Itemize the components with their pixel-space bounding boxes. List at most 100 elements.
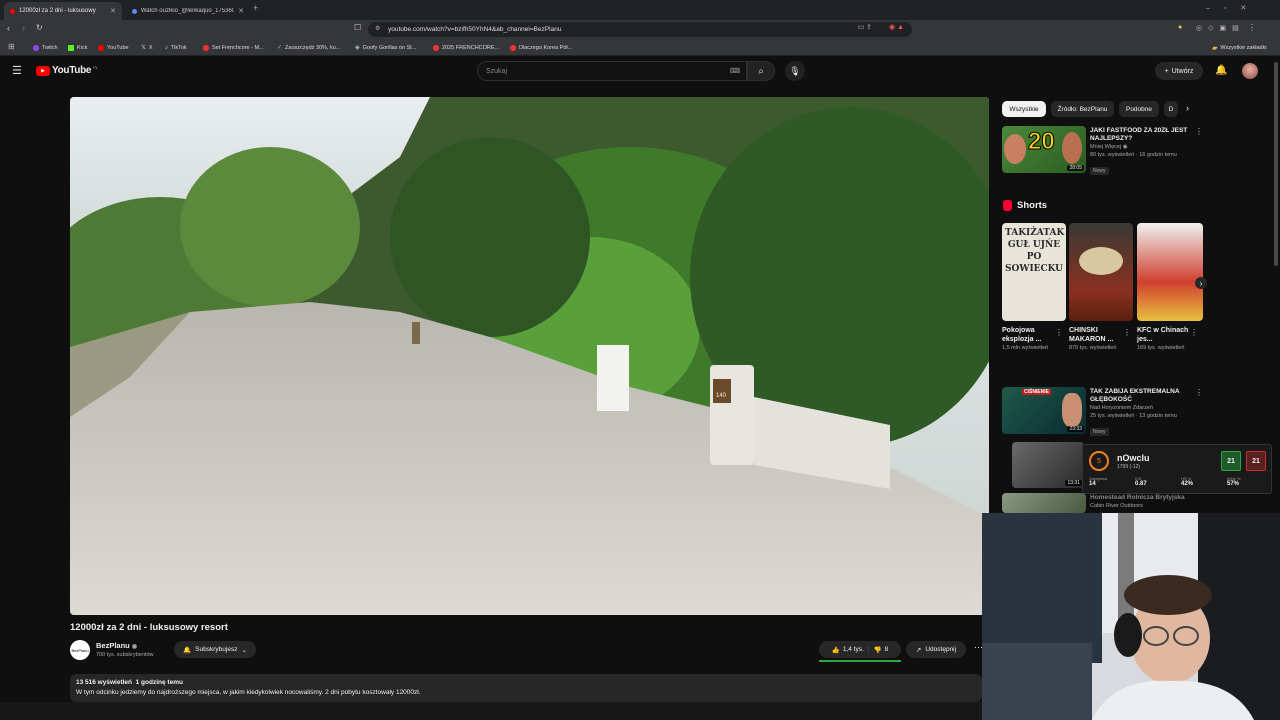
chip-related[interactable]: Podobne bbox=[1119, 101, 1159, 117]
tab-title: 12000zł za 2 dni - luksusowy bbox=[19, 8, 96, 14]
menu-dots-icon[interactable]: ⋮ bbox=[1248, 23, 1256, 32]
villa-sign-number: 140 bbox=[716, 393, 727, 399]
bookmark-twitch[interactable]: Twitch bbox=[33, 41, 58, 54]
webcam-frame bbox=[982, 513, 1280, 720]
subscribed-button[interactable]: 🔔 Subskrybujesz ⌄ bbox=[174, 641, 256, 658]
youtube-logo[interactable]: ▶ YouTube PL bbox=[36, 65, 98, 76]
toolbar-icons[interactable]: ◎◇▣▤ bbox=[1196, 24, 1245, 32]
close-tab-icon[interactable]: ✕ bbox=[238, 7, 244, 15]
back-icon[interactable]: ‹ bbox=[7, 23, 10, 33]
video-thumbnail[interactable] bbox=[1002, 493, 1086, 513]
bookmark-youtube[interactable]: YouTube bbox=[98, 41, 129, 54]
channel-name[interactable]: BezPlanu ◉ bbox=[96, 641, 137, 650]
video-thumbnail[interactable]: 13:31 bbox=[1012, 442, 1084, 488]
short-thumbnail[interactable]: TAKIŻATAK GUŁ UJŃE PO SOWIECKU bbox=[1002, 223, 1066, 321]
kick-icon bbox=[68, 44, 74, 51]
reload-icon[interactable]: ↻ bbox=[36, 23, 43, 32]
bookmark-star-icon[interactable]: ☐ bbox=[354, 23, 361, 32]
like-ratio-bar bbox=[819, 660, 901, 662]
create-button[interactable]: + Utwórz bbox=[1155, 62, 1203, 80]
hamburger-menu-icon[interactable]: ☰ bbox=[12, 64, 22, 77]
chip-all[interactable]: Wszystkie bbox=[1002, 101, 1046, 117]
address-bar[interactable]: ⚙ youtube.com/watch?v=bzifh50YhN4&ab_cha… bbox=[368, 22, 912, 37]
verified-icon: ◉ bbox=[1122, 144, 1128, 150]
youtube-icon bbox=[203, 44, 209, 51]
extension-badge-icon[interactable]: ◉ ▲ bbox=[889, 23, 904, 31]
divider: | bbox=[867, 646, 870, 653]
bookmark-goofy-gorillas[interactable]: ◆ Goofy Gorillas on St... bbox=[355, 41, 416, 54]
short-info[interactable]: CHINSKI MAKARON ... 870 tys. wyświetleń bbox=[1069, 326, 1121, 352]
close-tab-icon[interactable]: ✕ bbox=[110, 7, 116, 15]
site-info-icon[interactable]: ⚙ bbox=[375, 25, 380, 32]
dislike-button[interactable]: 👎 8 bbox=[874, 646, 889, 654]
search-button[interactable]: ⌕ bbox=[747, 61, 775, 81]
apps-grid-icon[interactable]: ⊞ bbox=[8, 42, 15, 51]
player-rating: 1799 (-12) bbox=[1117, 464, 1141, 470]
food-bowl bbox=[1079, 247, 1123, 275]
chips-next-icon[interactable]: › bbox=[1186, 103, 1189, 113]
level-badge: 5 bbox=[1089, 451, 1109, 471]
short-thumbnail[interactable] bbox=[1069, 223, 1133, 321]
share-button[interactable]: ↗ Udostępnij bbox=[906, 641, 966, 658]
shorts-logo-icon bbox=[1003, 200, 1012, 211]
share-page-icon[interactable]: ▭ ⇪ bbox=[858, 23, 872, 31]
more-options-icon[interactable]: ⋮ bbox=[1195, 388, 1203, 397]
description-box[interactable]: 13 516 wyświetleń 1 godzinę temu W tym o… bbox=[70, 674, 982, 702]
shorts-next-icon[interactable]: › bbox=[1195, 277, 1207, 289]
description-text: W tym odcinku jedziemy do najdroższego m… bbox=[76, 689, 421, 696]
chip-more[interactable]: D bbox=[1164, 101, 1178, 117]
more-options-icon[interactable]: ⋮ bbox=[1123, 328, 1131, 337]
streamer-webcam bbox=[982, 513, 1280, 720]
more-options-icon[interactable]: ⋮ bbox=[1190, 328, 1198, 337]
win-score-badge: 21 bbox=[1221, 451, 1241, 471]
video-player[interactable]: 140 BezPlanu bbox=[70, 97, 989, 615]
account-avatar[interactable] bbox=[1242, 63, 1258, 79]
bookmark-tiktok[interactable]: ♪ TikTok bbox=[165, 41, 187, 54]
short-info[interactable]: Pokojowa eksplozja ... 1,5 mln wyświetle… bbox=[1002, 326, 1054, 352]
chip-from-channel[interactable]: Źródło: BezPlanu bbox=[1051, 101, 1114, 117]
bookmark-x[interactable]: 𝕏X bbox=[141, 41, 153, 54]
shorts-header: Shorts bbox=[1003, 200, 1047, 211]
video-thumbnail[interactable]: CIŚNIENIE 23:33 bbox=[1002, 387, 1086, 434]
window-controls[interactable]: –▫✕ bbox=[1206, 4, 1260, 12]
video-info[interactable]: TAK ZABIJA EKSTREMALNA GŁĘBOKOŚĆ Nad Hor… bbox=[1090, 388, 1194, 438]
site-favicon-icon bbox=[132, 8, 137, 14]
video-thumbnail[interactable]: 20 28:05 bbox=[1002, 126, 1086, 173]
bookmark-set-frenchcore[interactable]: Set Frenchcore - M... bbox=[203, 41, 264, 54]
browser-tab-active[interactable]: 12000zł za 2 dni - luksusowy ✕ bbox=[4, 2, 122, 20]
like-button[interactable]: 👍 1,4 tys. bbox=[832, 646, 864, 654]
voice-search-button[interactable]: 🎙 bbox=[785, 61, 805, 81]
subscriber-count: 700 tys. subskrybentów bbox=[96, 652, 154, 658]
browser-tab[interactable]: Watch ouzlkio_@lenkaquo_17536035 ✕ bbox=[126, 2, 250, 20]
bookmark-kick[interactable]: Kick bbox=[68, 41, 87, 54]
keyboard-icon[interactable]: ⌨ bbox=[730, 67, 740, 75]
video-info[interactable]: JAKI FASTFOOD ZA 20ZŁ JEST NAJLEPSZY? Mn… bbox=[1090, 127, 1194, 177]
new-tab-icon[interactable]: + bbox=[253, 3, 258, 13]
bookmark-dlaczego-korea[interactable]: Dlaczego Korea Pół... bbox=[510, 41, 572, 54]
forward-icon[interactable]: › bbox=[22, 23, 25, 33]
more-options-icon[interactable]: ⋮ bbox=[1195, 127, 1203, 136]
twitch-icon bbox=[33, 44, 39, 51]
person-face bbox=[1004, 134, 1026, 164]
video-info[interactable]: Homestead Rolnicza Brytyjska Cabin River… bbox=[1090, 494, 1194, 513]
short-thumbnail[interactable] bbox=[1137, 223, 1203, 321]
person-face bbox=[1062, 393, 1082, 427]
tiktok-icon: ♪ bbox=[165, 44, 168, 51]
channel-avatar[interactable]: BezPlanu bbox=[70, 640, 90, 660]
stream-stats-overlay: 5 nOwclu 1799 (-12) 21 21 Zabójstwa 14 K/… bbox=[1082, 444, 1272, 494]
share-icon: ↗ bbox=[915, 646, 922, 654]
bookmark-frenchcore-2025[interactable]: 2025 FRENCHCORE... bbox=[433, 41, 499, 54]
more-options-icon[interactable]: ⋮ bbox=[1055, 328, 1063, 337]
short-info[interactable]: KFC w Chinach jes... 169 tys. wyświetleń bbox=[1137, 326, 1189, 352]
search-input[interactable]: Szukaj ⌨ bbox=[477, 61, 747, 81]
page-scrollbar[interactable] bbox=[1274, 62, 1278, 266]
youtube-icon bbox=[510, 44, 516, 51]
stats-row: Zabójstwa 14 K/D 0.87 HS % 42% Wins % 57% bbox=[1089, 476, 1241, 487]
bookmark-zaoszczedz[interactable]: ✓ Zaoszczędź 30%, ku... bbox=[277, 41, 340, 54]
extension-icon[interactable]: ● bbox=[1178, 24, 1182, 31]
youtube-icon bbox=[98, 44, 104, 51]
notifications-bell-icon[interactable]: 🔔 bbox=[1215, 65, 1227, 76]
all-bookmarks[interactable]: ▰ Wszystkie zakładki bbox=[1212, 41, 1267, 54]
bell-icon: 🔔 bbox=[183, 646, 192, 654]
link-icon: ◆ bbox=[355, 45, 360, 51]
